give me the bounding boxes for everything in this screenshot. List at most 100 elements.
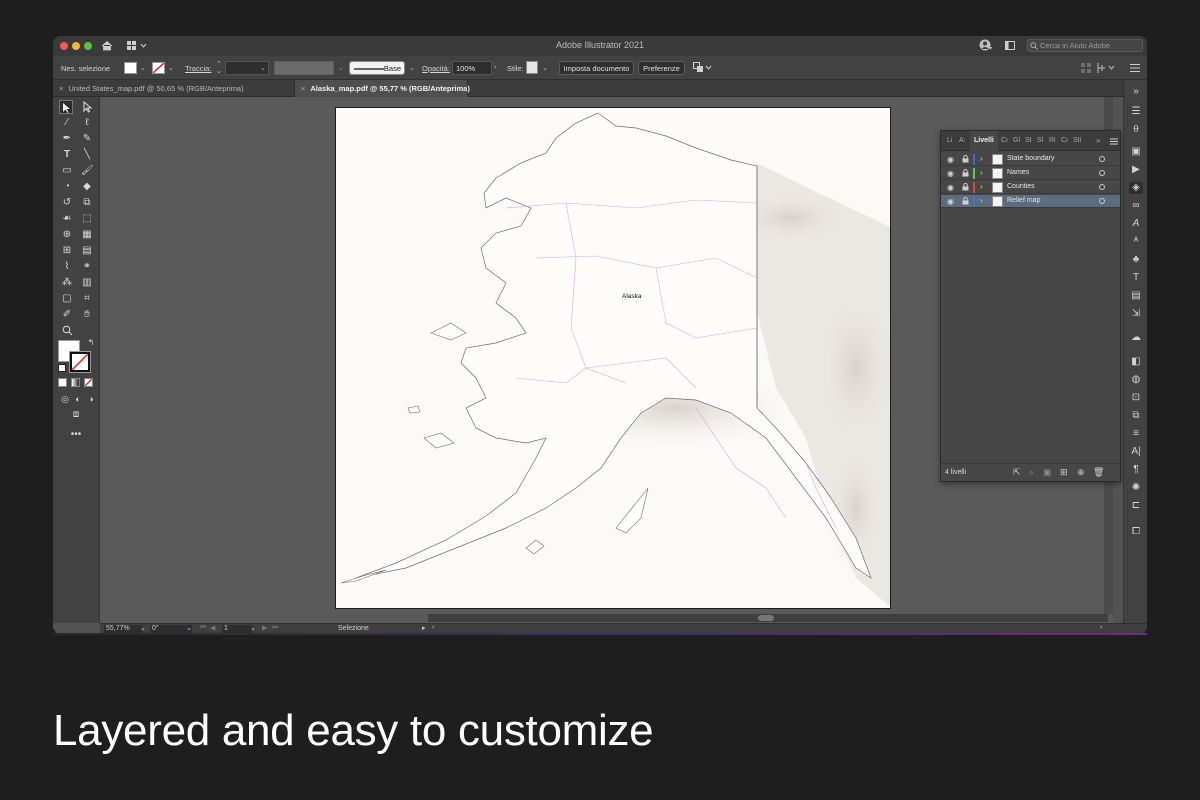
document-info-icon[interactable]: ▣ [1129,146,1143,158]
pathfinder-icon[interactable]: ⧉ [1129,410,1143,422]
swap-fill-stroke-button[interactable]: ↰ [85,337,97,349]
type-tool[interactable]: T [61,149,73,161]
lock-icon[interactable] [962,155,969,163]
new-layer-icon[interactable]: ⊕ [1077,467,1085,478]
libraries-icon[interactable]: ⍬ [1129,124,1143,136]
opacity-label[interactable]: Opacità: [422,64,450,73]
variable-width-profile[interactable] [274,61,334,75]
layer-target-icon[interactable] [1099,198,1105,204]
shape-builder-tool[interactable]: ⊕ [61,229,73,241]
layer-row-relief-map[interactable]: ◉ › Relief map [941,195,1120,208]
rectangle-tool[interactable]: ▭ [61,165,73,177]
symbol-sprayer-tool[interactable]: ⁂ [61,277,73,289]
pen-tool[interactable]: ✒ [61,133,73,145]
panel-tab[interactable]: Gl [1013,137,1020,144]
blend-tool[interactable]: ⚭ [81,261,93,273]
close-icon[interactable]: × [59,84,63,93]
expand-panels-icon[interactable]: » [1096,136,1100,145]
help-search-input[interactable]: Cerca in Aiuto Adobe [1027,39,1143,52]
export-icon[interactable]: ⇱ [1013,467,1021,478]
layer-row-names[interactable]: ◉ › Names [941,167,1120,180]
lock-icon[interactable] [962,197,969,205]
lock-icon[interactable] [962,169,969,177]
shaper-tool[interactable]: ◔ [61,181,73,193]
layer-name[interactable]: Relief map [1007,197,1040,204]
new-sublayer-icon[interactable]: ⊞ [1060,467,1068,478]
scale-tool[interactable]: ⧉ [81,197,93,209]
chevron-down-icon[interactable]: ⌄ [186,624,192,632]
stroke-panel-icon[interactable]: ≡ [1129,428,1143,440]
layer-name[interactable]: State boundary [1007,155,1054,162]
chevron-down-icon[interactable]: ⌄ [168,64,174,72]
eyedropper-tool[interactable]: ⌇ [61,261,73,273]
panel-tab[interactable]: Li [947,137,952,144]
selection-tool[interactable] [59,100,73,114]
chevron-down-icon[interactable]: ⌄ [140,64,146,72]
eyedropper-alt-tool[interactable]: ✐ [61,309,73,321]
line-segment-tool[interactable]: ╲ [81,149,93,161]
visibility-eye-icon[interactable]: ◉ [947,169,954,178]
panel-menu-icon[interactable] [1110,138,1118,145]
expand-chevron-icon[interactable]: › [980,196,983,205]
visibility-eye-icon[interactable]: ◉ [947,155,954,164]
gradient-tool[interactable]: ▤ [81,245,93,257]
expand-chevron-icon[interactable]: › [980,168,983,177]
layer-target-icon[interactable] [1099,184,1105,190]
panel-tab[interactable]: A: [959,137,966,144]
graphic-style-swatch[interactable] [526,61,538,74]
locate-object-icon[interactable]: ⌕ [1029,467,1034,478]
zoom-tool[interactable] [61,325,73,337]
chevron-down-icon[interactable]: ⌄ [250,624,256,632]
collapse-dock-icon[interactable]: » [1129,86,1143,98]
panel-tab[interactable]: Cı [1001,137,1008,144]
stroke-label[interactable]: Traccia: [185,64,211,73]
chevron-down-icon[interactable]: ⌄ [260,64,266,72]
layer-name[interactable]: Names [1007,169,1029,176]
account-icon[interactable] [979,39,993,52]
image-trace-icon[interactable]: ⊡ [1129,392,1143,404]
mesh-tool[interactable]: ⊞ [61,245,73,257]
arrange-icon[interactable] [693,62,713,74]
layers-icon[interactable]: ◈ [1129,182,1143,194]
paintbrush-tool[interactable]: 🖌︎ [81,165,94,177]
symbols-icon[interactable]: ♣ [1129,254,1143,266]
scroll-left-icon[interactable]: ‹ [432,624,434,631]
none-mode-button[interactable] [84,378,93,387]
free-transform-tool[interactable]: ⬚ [81,213,93,225]
eraser-tool[interactable]: ◆ [81,181,93,193]
clipping-mask-icon[interactable]: ▣ [1043,467,1052,478]
layer-target-icon[interactable] [1099,170,1105,176]
type-panel-icon[interactable]: T [1129,272,1143,284]
fill-swatch[interactable] [124,62,137,74]
artboard-tool[interactable]: ▢ [61,293,73,305]
trash-icon[interactable]: 🗑︎ [1093,467,1104,478]
status-menu-arrow-icon[interactable]: ▸ [422,624,426,632]
transform-panel-icon[interactable]: ⊏ [1129,500,1143,512]
panel-tab[interactable]: St [1025,137,1032,144]
slice-tool[interactable]: ⌗ [81,293,93,305]
panel-tab[interactable]: Sti [1073,137,1081,144]
curvature-tool[interactable]: ✎ [81,133,93,145]
chevron-down-icon[interactable]: ⌄ [409,64,415,72]
horizontal-scrollbar-thumb[interactable] [758,615,774,621]
draw-behind-button[interactable]: ◐ [72,393,84,405]
panel-tab[interactable]: Ri [1049,137,1056,144]
visibility-eye-icon[interactable]: ◉ [947,183,954,192]
transform-icon[interactable] [1096,62,1116,74]
magic-wand-tool[interactable]: ⁄ [61,117,73,129]
lasso-tool[interactable]: ℓ [81,117,93,129]
graphic-styles-icon[interactable]: ▤ [1129,290,1143,302]
close-icon[interactable]: × [301,84,305,93]
asset-export-icon[interactable]: ⇲ [1129,308,1143,320]
screen-mode-button[interactable]: ⧈ [68,409,84,421]
panel-menu-icon[interactable] [1130,63,1140,73]
paragraph-icon[interactable]: ¶ [1129,464,1143,476]
stroke-weight-stepper[interactable]: ⌃ ⌄ [216,61,222,75]
actions-icon[interactable]: ▶ [1129,164,1143,176]
visibility-eye-icon[interactable]: ◉ [947,197,954,206]
layer-row-counties[interactable]: ◉ › Counties [941,181,1120,194]
panel-tab[interactable]: Cı [1061,137,1068,144]
lock-icon[interactable] [962,183,969,191]
chevron-down-icon[interactable]: ⌄ [542,64,548,72]
rotate-tool[interactable]: ↺ [61,197,73,209]
